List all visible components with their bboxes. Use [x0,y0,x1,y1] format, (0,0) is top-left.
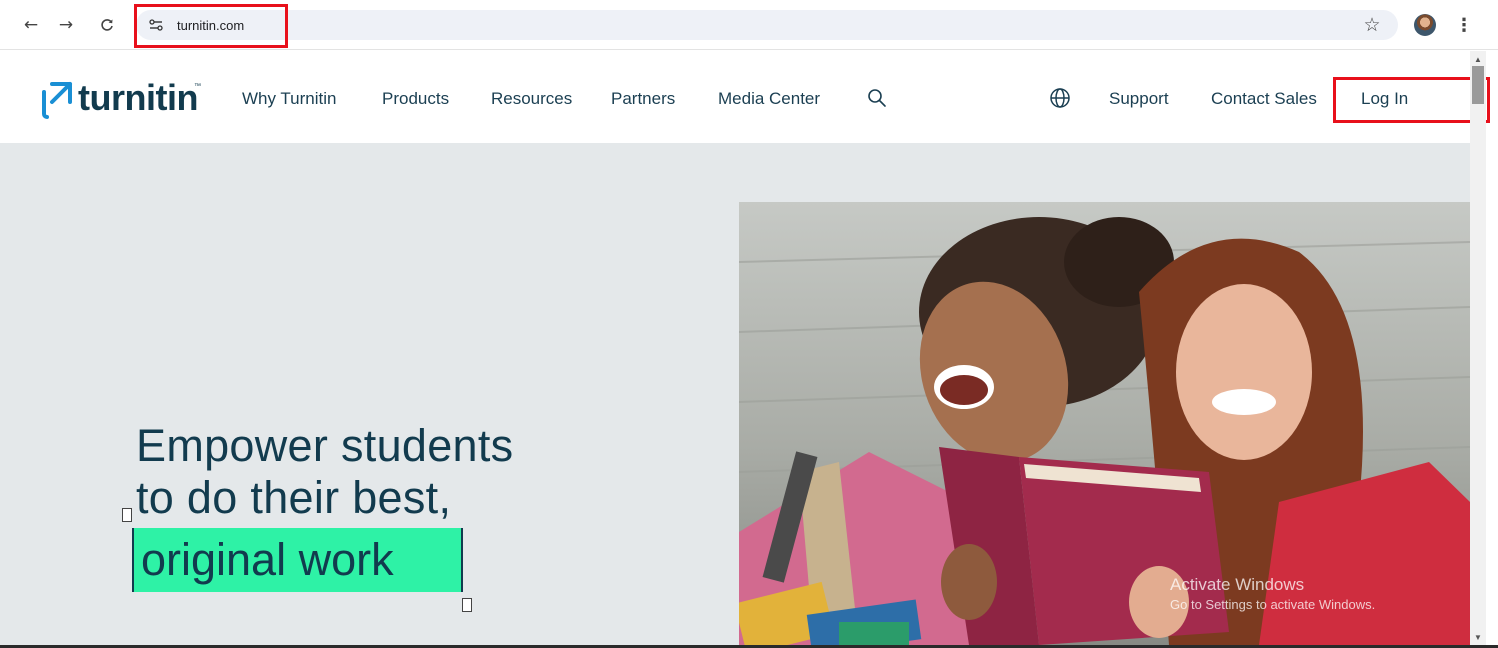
url-annotation-box [134,4,288,48]
hero-image [739,202,1470,645]
back-arrow-icon[interactable]: ← [20,14,42,36]
text-caret-start [132,528,134,592]
globe-icon[interactable] [1048,86,1072,110]
reload-icon[interactable] [96,14,118,36]
nav-media-center[interactable]: Media Center [718,89,820,109]
nav-resources[interactable]: Resources [491,89,572,109]
scroll-down-arrow-icon[interactable]: ▼ [1470,630,1486,644]
more-vert-icon[interactable]: ⋮ [1455,13,1473,37]
turnitin-logo-icon[interactable] [40,80,74,120]
selection-handle-start[interactable] [122,508,132,522]
contact-sales-link[interactable]: Contact Sales [1211,89,1317,109]
hero-heading-highlight: original work [141,534,394,585]
scrollbar[interactable] [1470,51,1486,645]
windows-activation-title: Activate Windows [1170,575,1305,594]
star-icon[interactable]: ☆ [1360,13,1384,37]
avatar[interactable] [1414,14,1436,36]
windows-activation-subtitle: Go to Settings to activate Windows. [1170,597,1376,612]
selection-handle-end[interactable] [462,598,472,612]
logo-trademark: ™ [194,83,201,90]
search-icon[interactable] [865,86,889,110]
nav-partners[interactable]: Partners [611,89,675,109]
logo-text[interactable]: turnitin [78,76,198,120]
nav-products[interactable]: Products [382,89,449,109]
text-caret-end [461,528,463,592]
nav-why-turnitin[interactable]: Why Turnitin [242,89,336,109]
hero-heading-line-1: Empower students [136,420,514,471]
scroll-up-arrow-icon[interactable]: ▲ [1470,52,1486,66]
support-link[interactable]: Support [1109,89,1169,109]
address-bar[interactable] [136,10,1398,40]
hero-heading-line-2: to do their best, [136,472,452,523]
scrollbar-thumb[interactable] [1472,66,1484,104]
login-annotation-box [1333,77,1490,123]
forward-arrow-icon[interactable]: → [55,14,77,36]
